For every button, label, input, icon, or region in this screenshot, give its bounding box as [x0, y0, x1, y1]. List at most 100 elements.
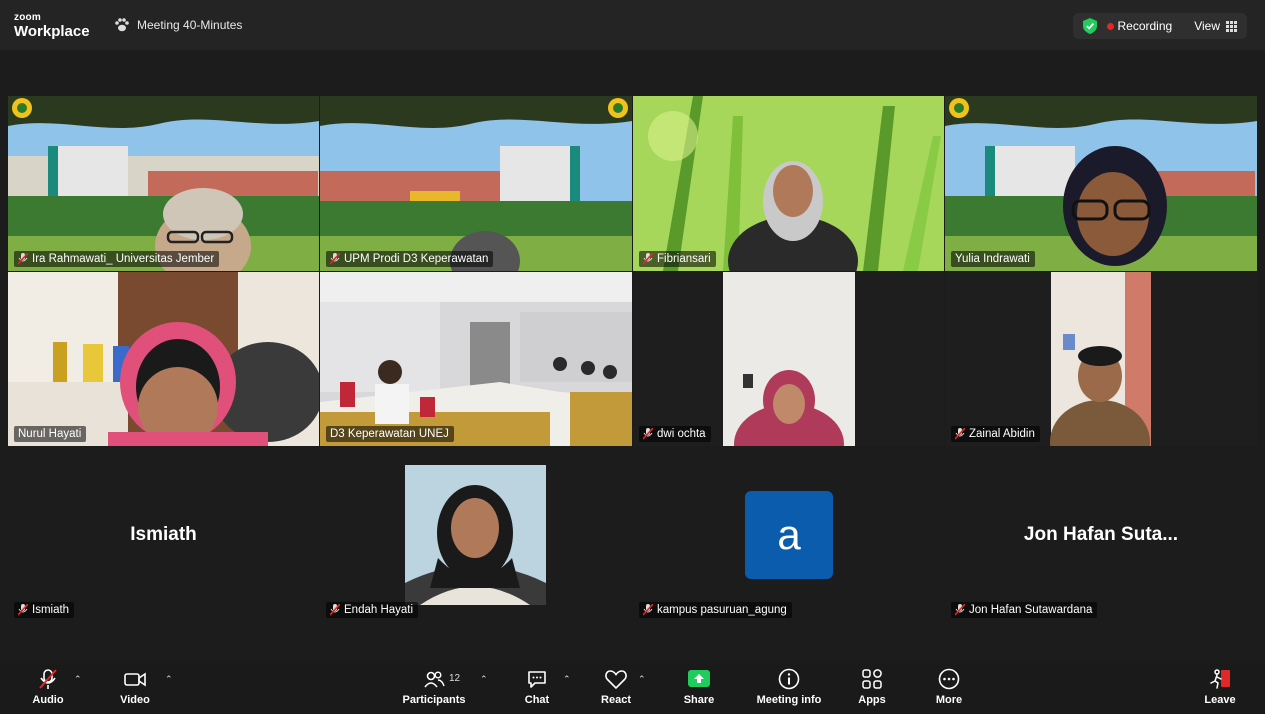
participant-name-tag: D3 Keperawatan UNEJ	[326, 426, 454, 442]
participant-name-tag: Zainal Abidin	[951, 426, 1040, 442]
video-tile-no-video[interactable]: a kampus pasuruan_agung	[633, 448, 944, 622]
mic-off-icon	[643, 253, 653, 265]
share-label: Share	[683, 694, 715, 706]
chat-options-caret-icon[interactable]: ⌃	[563, 674, 571, 685]
video-tile[interactable]: UPM Prodi D3 Keperawatan	[320, 96, 632, 271]
video-options-caret-icon[interactable]: ⌃	[165, 674, 173, 685]
react-label: React	[601, 694, 631, 706]
heart-icon	[605, 670, 627, 690]
participant-name: kampus pasuruan_agung	[657, 604, 787, 616]
more-label: More	[935, 694, 963, 706]
apps-icon	[862, 669, 882, 689]
avatar-letter: a	[777, 511, 801, 558]
grid-icon	[1226, 20, 1237, 32]
mic-off-icon	[330, 253, 340, 265]
participant-name: Ira Rahmawati_ Universitas Jember	[32, 253, 215, 265]
video-gallery: Ira Rahmawati_ Universitas Jember UPM Pr…	[0, 50, 1265, 660]
more-icon	[938, 668, 960, 690]
mic-off-icon	[643, 428, 653, 440]
participant-name-tag: Ismiath	[14, 602, 75, 618]
video-label: Video	[120, 694, 150, 706]
apps-button[interactable]: Apps	[856, 668, 888, 706]
zoom-logo: zoom Workplace	[14, 12, 90, 40]
participant-name-tag: Fibriansari	[639, 251, 716, 267]
video-tile-no-video[interactable]: Endah Hayati	[320, 448, 632, 622]
mic-off-icon	[330, 604, 340, 616]
leave-label: Leave	[1204, 694, 1236, 706]
share-screen-icon	[688, 670, 710, 687]
mic-off-icon	[643, 604, 653, 616]
participant-name-tag: Jon Hafan Sutawardana	[951, 602, 1098, 618]
recording-indicator[interactable]: Recording	[1106, 19, 1173, 33]
mic-off-icon	[955, 604, 965, 616]
shield-check-icon[interactable]	[1082, 18, 1097, 34]
participant-name-tag: Nurul Hayati	[14, 426, 87, 442]
video-camera-icon	[124, 672, 146, 687]
view-label: View	[1194, 19, 1220, 33]
participant-name-tag: Ira Rahmawati_ Universitas Jember	[14, 251, 220, 267]
grass-background	[633, 96, 944, 271]
audio-options-caret-icon[interactable]: ⌃	[74, 674, 82, 685]
chat-button[interactable]: Chat	[522, 668, 552, 706]
participant-name-tag: Yulia Indrawati	[951, 251, 1035, 267]
share-button[interactable]: Share	[683, 668, 715, 706]
react-options-caret-icon[interactable]: ⌃	[638, 674, 646, 685]
video-tile[interactable]: Ira Rahmawati_ Universitas Jember	[8, 96, 319, 271]
portrait-video	[1050, 272, 1151, 446]
profile-photo	[405, 465, 546, 605]
meeting-toolbar: Audio ⌃ Video ⌃ Participants 12 ⌃ Chat ⌃…	[0, 660, 1265, 714]
react-button[interactable]: React	[600, 668, 632, 706]
office-background	[8, 272, 319, 446]
more-button[interactable]: More	[933, 668, 965, 706]
video-tile-active-speaker[interactable]: Yulia Indrawati	[945, 96, 1257, 271]
mic-off-icon	[18, 253, 28, 265]
status-area: Recording View	[1072, 13, 1247, 39]
video-tile[interactable]: Fibriansari	[633, 96, 944, 271]
video-button[interactable]: Video	[118, 668, 152, 706]
recording-dot-icon	[1106, 23, 1114, 30]
participant-name-tag: kampus pasuruan_agung	[639, 602, 792, 618]
video-tile[interactable]: dwi ochta	[633, 272, 944, 446]
audio-label: Audio	[32, 694, 64, 706]
video-tile-no-video[interactable]: Ismiath Ismiath	[8, 448, 319, 622]
participants-count: 12	[449, 673, 461, 684]
participant-name-tag: Endah Hayati	[326, 602, 419, 618]
top-bar: zoom Workplace Meeting 40-Minutes Record…	[0, 0, 1265, 50]
mic-muted-icon	[39, 669, 57, 689]
participant-name: Yulia Indrawati	[955, 253, 1030, 265]
video-tile-no-video[interactable]: Jon Hafan Suta... Jon Hafan Sutawardana	[945, 448, 1257, 622]
meeting-info-label: Meeting info	[756, 694, 822, 706]
participant-name: Endah Hayati	[344, 604, 414, 616]
participant-name: dwi ochta	[657, 428, 706, 440]
participant-display-name: Ismiath	[130, 524, 197, 545]
participants-icon	[424, 671, 445, 688]
meeting-title-label: Meeting 40-Minutes	[137, 18, 243, 32]
mic-off-icon	[955, 428, 965, 440]
participant-display-name: Jon Hafan Suta...	[1023, 524, 1179, 545]
audio-button[interactable]: Audio	[30, 668, 66, 706]
participant-name: Jon Hafan Sutawardana	[969, 604, 1093, 616]
meeting-info-button[interactable]: Meeting info	[755, 668, 823, 706]
campus-background	[945, 96, 1257, 271]
leave-button[interactable]: Leave	[1204, 668, 1236, 706]
participant-name-tag: UPM Prodi D3 Keperawatan	[326, 251, 494, 267]
meeting-title[interactable]: Meeting 40-Minutes	[114, 18, 242, 32]
avatar: a	[745, 491, 833, 579]
chat-icon	[528, 671, 546, 688]
participants-label: Participants	[402, 694, 466, 706]
video-tile[interactable]: Nurul Hayati	[8, 272, 319, 446]
video-tile[interactable]: Zainal Abidin	[945, 272, 1257, 446]
leave-icon	[1210, 669, 1230, 689]
portrait-video	[723, 272, 855, 446]
participants-options-caret-icon[interactable]: ⌃	[480, 674, 488, 685]
participant-name: D3 Keperawatan UNEJ	[330, 428, 449, 440]
campus-background	[320, 96, 632, 271]
apps-label: Apps	[858, 694, 886, 706]
participant-name: Zainal Abidin	[969, 428, 1035, 440]
recording-label: Recording	[1117, 19, 1173, 33]
logo-zoom-text: zoom	[14, 12, 41, 23]
video-tile[interactable]: D3 Keperawatan UNEJ	[320, 272, 632, 446]
paw-icon	[115, 18, 129, 32]
view-button[interactable]: View	[1194, 19, 1237, 33]
participant-name: Nurul Hayati	[18, 428, 82, 440]
